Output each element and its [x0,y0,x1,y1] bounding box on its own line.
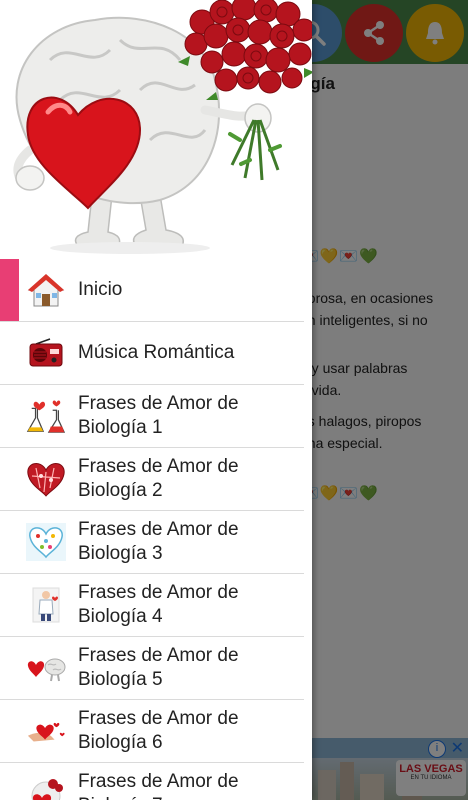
radio-icon [26,333,66,373]
menu-item-biologia-2[interactable]: Frases de Amor de Biología 2 [0,448,304,511]
lab-flasks-icon [26,396,66,436]
menu-item-label: Frases de Amor de Biología 3 [78,519,239,564]
brain-heart-roses-image [13,0,312,254]
doctor-figure-icon [26,585,66,625]
drawer-menu: Inicio Música Romántica Frases de Amor d… [0,259,304,800]
brain-heart-icon [26,648,66,688]
menu-item-label: Frases de Amor de Biología 4 [78,582,239,627]
menu-item-biologia-7[interactable]: Frases de Amor de Biología 7 [0,763,304,800]
menu-item-inicio[interactable]: Inicio [0,259,304,322]
menu-item-label: Inicio [78,279,123,300]
heart-anatomy-icon [26,459,66,499]
menu-item-biologia-6[interactable]: Frases de Amor de Biología 6 [0,700,304,763]
menu-item-label: Frases de Amor de Biología 7 [78,771,239,800]
drawer-header-image [0,0,312,258]
home-icon [26,270,66,310]
menu-item-label: Frases de Amor de Biología 6 [78,708,239,753]
menu-item-label: Frases de Amor de Biología 1 [78,393,239,438]
menu-item-label: Música Romántica [78,342,235,363]
menu-item-biologia-5[interactable]: Frases de Amor de Biología 5 [0,637,304,700]
navigation-drawer: Inicio Música Romántica Frases de Amor d… [0,0,312,800]
hand-heart-icon [26,711,66,751]
heart-collage-icon [26,522,66,562]
menu-item-label: Frases de Amor de Biología 2 [78,456,239,501]
menu-item-label: Frases de Amor de Biología 5 [78,645,239,690]
menu-item-biologia-1[interactable]: Frases de Amor de Biología 1 [0,385,304,448]
menu-item-biologia-3[interactable]: Frases de Amor de Biología 3 [0,511,304,574]
roses-heart-icon [26,774,66,800]
menu-item-biologia-4[interactable]: Frases de Amor de Biología 4 [0,574,304,637]
menu-item-musica-romantica[interactable]: Música Romántica [0,322,304,385]
